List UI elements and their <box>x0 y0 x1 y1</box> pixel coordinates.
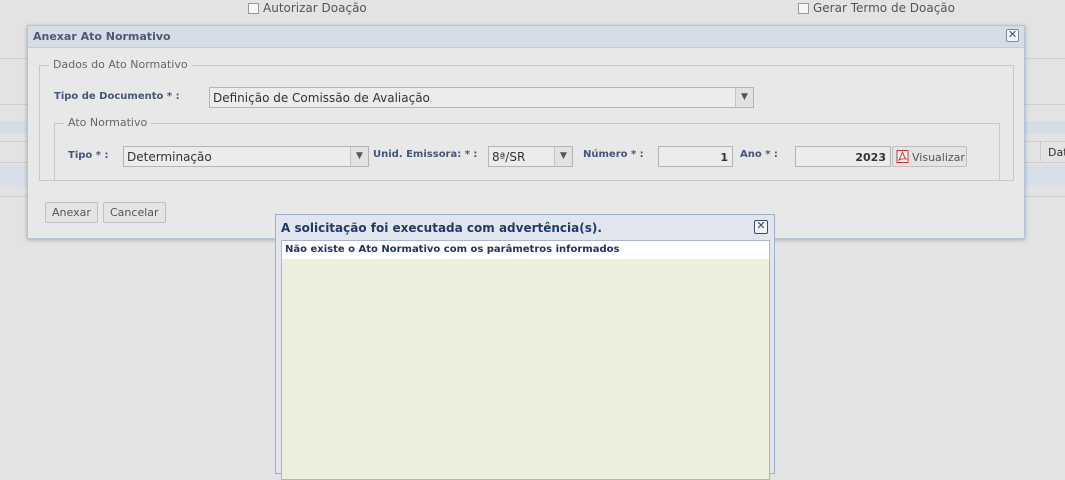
warning-header: A solicitação foi executada com advertên… <box>276 215 774 240</box>
warning-message: Não existe o Ato Normativo com os parâme… <box>282 241 769 259</box>
grid-column-header[interactable]: Dat <box>1040 141 1065 161</box>
checkbox-box[interactable] <box>798 2 809 14</box>
number-input[interactable]: 1 <box>658 146 733 167</box>
doc-type-label: Tipo de Documento * : <box>54 91 180 102</box>
year-label: Ano * : <box>740 149 778 160</box>
divider <box>0 58 30 59</box>
tipo-select[interactable]: Determinação ▼ <box>123 146 369 167</box>
view-button-label: Visualizar <box>912 151 965 164</box>
close-icon[interactable]: ✕ <box>754 220 768 234</box>
tipo-label: Tipo * : <box>68 150 109 161</box>
divider <box>1025 58 1065 59</box>
doc-type-value: Definição de Comissão de Avaliação <box>213 91 430 105</box>
chevron-down-icon[interactable]: ▼ <box>735 88 753 107</box>
warning-body: Não existe o Ato Normativo com os parâme… <box>281 240 770 480</box>
pdf-icon <box>896 150 909 163</box>
generate-term-checkbox[interactable]: Gerar Termo de Doação <box>798 1 955 15</box>
number-label: Número * : <box>583 149 644 160</box>
generate-term-label: Gerar Termo de Doação <box>813 1 956 15</box>
dialog-title: Anexar Ato Normativo <box>33 30 171 43</box>
close-icon[interactable]: ✕ <box>1006 29 1019 42</box>
issuing-unit-value: 8ª/SR <box>492 150 526 164</box>
inner-legend: Ato Normativo <box>64 116 152 129</box>
year-input[interactable]: 2023 <box>795 146 891 167</box>
tipo-value: Determinação <box>127 150 212 164</box>
issuing-unit-select[interactable]: 8ª/SR ▼ <box>488 146 573 167</box>
checkbox-box[interactable] <box>248 2 259 14</box>
issuing-unit-label: Unid. Emissora: * : <box>373 149 478 160</box>
authorize-donation-checkbox[interactable]: Autorizar Doação <box>248 1 367 15</box>
fieldset-legend: Dados do Ato Normativo <box>49 58 192 71</box>
view-pdf-button[interactable]: Visualizar <box>892 146 967 167</box>
attach-button[interactable]: Anexar <box>45 202 98 223</box>
dialog-header: Anexar Ato Normativo ✕ <box>28 26 1024 48</box>
warning-dialog: A solicitação foi executada com advertên… <box>275 214 775 480</box>
normative-act-fieldset: Ato Normativo Tipo * : Determinação ▼ Un… <box>54 116 1000 181</box>
attach-normative-act-dialog: Anexar Ato Normativo ✕ Dados do Ato Norm… <box>27 25 1025 239</box>
divider <box>0 104 30 105</box>
doc-type-select[interactable]: Definição de Comissão de Avaliação ▼ <box>209 87 754 108</box>
authorize-donation-label: Autorizar Doação <box>263 1 367 15</box>
cancel-button[interactable]: Cancelar <box>103 202 166 223</box>
divider <box>1025 104 1065 105</box>
normative-act-data-fieldset: Dados do Ato Normativo Tipo de Documento… <box>39 58 1014 181</box>
chevron-down-icon[interactable]: ▼ <box>554 147 572 166</box>
chevron-down-icon[interactable]: ▼ <box>350 147 368 166</box>
warning-title: A solicitação foi executada com advertên… <box>281 221 602 235</box>
